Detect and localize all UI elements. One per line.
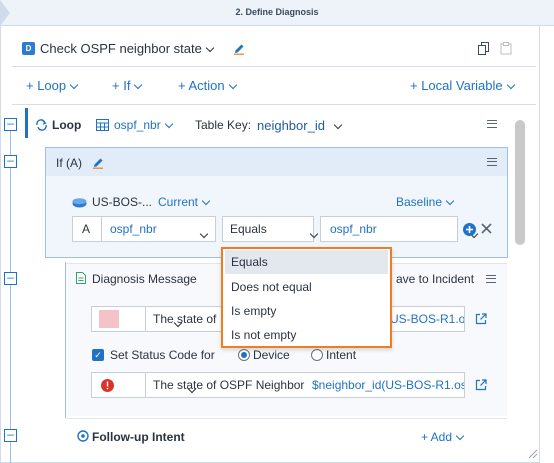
operator-option-does-not-equal[interactable]: Does not equal <box>225 275 388 299</box>
loop-label: Loop <box>52 118 82 132</box>
field-divider <box>145 372 146 398</box>
remove-condition-icon[interactable] <box>481 223 492 234</box>
chevron-down-icon <box>134 80 143 90</box>
chevron-down-icon <box>506 80 515 90</box>
scrollbar-thumb[interactable] <box>515 120 525 245</box>
table-icon <box>96 119 109 131</box>
chevron-down-icon <box>333 120 343 130</box>
loop-icon <box>36 119 47 131</box>
copy-icon[interactable] <box>478 42 490 55</box>
diagnosis-message-title: Diagnosis Message <box>92 272 197 286</box>
field-divider <box>145 306 146 332</box>
add-local-variable-label: + Local Variable <box>410 78 503 93</box>
add-loop-label: + Loop <box>26 78 67 93</box>
set-status-checkbox[interactable]: ✓ <box>92 349 104 361</box>
current-dropdown[interactable]: Current <box>158 195 211 209</box>
chevron-down-icon <box>69 80 79 90</box>
collapse-followup-icon[interactable]: – <box>4 428 17 442</box>
add-if-label: + If <box>112 78 131 93</box>
condition-value: ospf_nbr <box>330 222 377 236</box>
add-condition-icon[interactable] <box>463 223 476 236</box>
divider <box>12 104 536 105</box>
collapse-diagnosis-icon[interactable]: – <box>4 271 17 285</box>
device-radio[interactable] <box>238 349 250 361</box>
field-divider <box>101 216 102 242</box>
collapse-loop-icon[interactable]: – <box>4 117 17 131</box>
table-key-label: Table Key: <box>195 118 252 132</box>
add-local-variable-button[interactable]: + Local Variable <box>410 78 515 93</box>
if-menu-icon[interactable] <box>487 158 497 166</box>
chevron-down-icon <box>164 119 173 129</box>
condition-operator-value: Equals <box>230 222 267 236</box>
diagnosis-menu-icon[interactable] <box>486 275 496 283</box>
condition-variable-value: ospf_nbr <box>110 222 157 236</box>
loop-table-value: ospf_nbr <box>114 118 161 132</box>
edit-title-pencil-icon[interactable] <box>233 42 246 55</box>
operator-option-is-empty[interactable]: Is empty <box>225 299 388 323</box>
loop-table-dropdown[interactable]: ospf_nbr <box>114 118 173 132</box>
paste-icon[interactable] <box>500 42 512 55</box>
message-doc-icon <box>76 272 86 284</box>
diagnosis-title-dropdown[interactable]: Check OSPF neighbor state <box>40 41 215 56</box>
if-label: If (A) <box>56 156 82 170</box>
step-title: 2. Define Diagnosis <box>235 7 319 17</box>
baseline-label: Baseline <box>396 195 443 209</box>
external-link-icon[interactable] <box>475 379 487 391</box>
divider <box>66 418 507 419</box>
follow-up-intent-title: Follow-up Intent <box>92 430 185 444</box>
add-action-button[interactable]: + Action <box>178 78 237 93</box>
message2-text: The state of OSPF Neighbor <box>153 378 305 392</box>
divider <box>12 66 536 67</box>
operator-option-is-not-empty[interactable]: Is not empty <box>225 323 388 347</box>
diagnosis-title: Check OSPF neighbor state <box>40 41 202 56</box>
severity-color-swatch <box>99 310 119 328</box>
edit-if-pencil-icon[interactable] <box>92 156 105 169</box>
operator-option-equals[interactable]: Equals <box>225 250 388 274</box>
device-cloud-icon <box>72 198 87 208</box>
chevron-down-icon <box>228 80 237 90</box>
follow-up-intent-icon <box>77 430 89 442</box>
baseline-dropdown[interactable]: Baseline <box>396 195 455 209</box>
save-to-incident-label: ave to Incident <box>396 272 475 286</box>
intent-radio-label: Intent <box>326 348 357 362</box>
loop-accent-bar <box>25 108 28 138</box>
current-label: Current <box>158 195 199 209</box>
error-status-icon <box>101 379 114 392</box>
diagnosis-badge-icon: D <box>22 42 35 55</box>
step-bar: 2. Define Diagnosis <box>0 0 554 26</box>
device-radio-label: Device <box>253 348 290 362</box>
table-key-value: neighbor_id <box>257 118 325 133</box>
chevron-down-icon <box>455 431 465 441</box>
add-follow-up-button[interactable]: + Add <box>421 430 465 444</box>
message1-variable: US-BOS-R1.os <box>390 312 464 326</box>
if-header <box>46 148 507 176</box>
intent-radio[interactable] <box>311 349 323 361</box>
condition-letter: A <box>82 222 91 236</box>
operator-dropdown-menu: Equals Does not equal Is empty Is not em… <box>221 247 392 348</box>
add-loop-button[interactable]: + Loop <box>26 78 79 93</box>
chevron-down-icon <box>445 196 455 206</box>
chevron-down-icon <box>205 43 215 53</box>
device-name: US-BOS-... <box>92 195 153 209</box>
add-action-label: + Action <box>178 78 225 93</box>
add-if-button[interactable]: + If <box>112 78 143 93</box>
resize-grip-icon[interactable] <box>526 447 538 459</box>
loop-menu-icon[interactable] <box>487 120 497 128</box>
chevron-down-icon <box>201 196 211 206</box>
tree-line <box>10 131 11 463</box>
add-follow-up-label: + Add <box>421 430 453 444</box>
table-key-dropdown[interactable]: neighbor_id <box>257 118 343 133</box>
external-link-icon[interactable] <box>475 313 487 325</box>
message1-text: The state of <box>153 312 217 326</box>
message2-variable: $neighbor_id(US-BOS-R1.os <box>312 378 464 392</box>
collapse-if-icon[interactable]: – <box>4 154 17 168</box>
set-status-label: Set Status Code for <box>110 348 215 362</box>
